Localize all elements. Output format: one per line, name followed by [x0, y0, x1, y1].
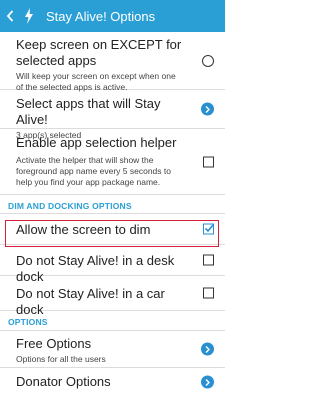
helper-title: Enable app selection helper: [16, 135, 177, 150]
section-header-dim-docking: DIM AND DOCKING OPTIONS: [0, 195, 225, 214]
donator-options-item[interactable]: Donator Options: [0, 368, 225, 396]
car-dock-checkbox[interactable]: [203, 287, 214, 299]
chevron-right-icon[interactable]: [201, 375, 214, 389]
highlight-box: [5, 220, 219, 247]
desk-dock-item[interactable]: Do not Stay Alive! in a desk dock: [0, 245, 225, 284]
helper-checkbox[interactable]: [203, 156, 214, 167]
select-apps-title: Select apps that will Stay Alive!: [16, 96, 161, 127]
page-title: Stay Alive! Options: [46, 8, 156, 24]
donator-options-title: Donator Options: [16, 374, 111, 389]
keep-screen-on-except-item[interactable]: Keep screen on EXCEPT for selected apps …: [0, 32, 225, 92]
keep-screen-radio[interactable]: [202, 54, 214, 67]
keep-screen-title: Keep screen on EXCEPT for selected apps: [16, 37, 182, 68]
chevron-right-icon[interactable]: [201, 342, 214, 356]
app-selection-helper-item[interactable]: Enable app selection helper Activate the…: [0, 129, 225, 195]
select-apps-item[interactable]: Select apps that will Stay Alive! 3 app(…: [0, 90, 225, 140]
chevron-left-icon[interactable]: [4, 10, 16, 22]
car-dock-item[interactable]: Do not Stay Alive! in a car dock: [0, 276, 225, 317]
preference-list: Keep screen on EXCEPT for selected apps …: [0, 32, 225, 396]
chevron-right-icon[interactable]: [201, 102, 214, 116]
desk-dock-checkbox[interactable]: [203, 254, 214, 266]
free-options-summary: Options for all the users: [16, 354, 106, 364]
app-bar: Stay Alive! Options: [0, 0, 225, 32]
helper-summary: Activate the helper that will show the f…: [16, 155, 171, 187]
lightning-bolt-icon: [20, 8, 38, 24]
free-options-item[interactable]: Free Options Options for all the users: [0, 331, 225, 368]
free-options-title: Free Options: [16, 336, 92, 351]
car-dock-title: Do not Stay Alive! in a car dock: [16, 286, 165, 317]
